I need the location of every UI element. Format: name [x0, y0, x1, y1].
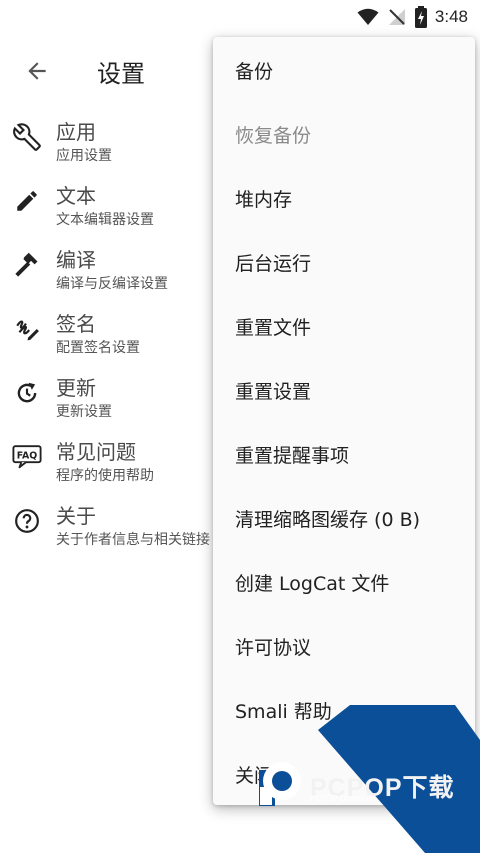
- page-title: 设置: [97, 60, 145, 88]
- setting-title: 应用: [56, 120, 96, 144]
- back-button[interactable]: [20, 54, 54, 88]
- menu-item-reset-reminders[interactable]: 重置提醒事项: [213, 422, 475, 486]
- faq-icon: FAQ: [12, 442, 42, 472]
- menu-item-heap-memory[interactable]: 堆内存: [213, 166, 475, 230]
- menu-item-close[interactable]: 关闭: [213, 742, 475, 805]
- setting-subtitle: 更新设置: [56, 404, 112, 420]
- menu-item-create-logcat[interactable]: 创建 LogCat 文件: [213, 550, 475, 614]
- svg-text:FAQ: FAQ: [17, 450, 38, 461]
- no-signal-icon: [387, 7, 407, 27]
- update-icon: [12, 378, 42, 408]
- setting-title: 更新: [56, 376, 96, 400]
- setting-title: 签名: [56, 312, 96, 336]
- menu-item-background-run[interactable]: 后台运行: [213, 230, 475, 294]
- setting-title: 常见问题: [56, 440, 136, 464]
- setting-title: 关于: [56, 504, 96, 528]
- setting-subtitle: 程序的使用帮助: [56, 468, 154, 484]
- signature-icon: [12, 314, 42, 344]
- menu-item-reset-files[interactable]: 重置文件: [213, 294, 475, 358]
- setting-subtitle: 应用设置: [56, 148, 112, 164]
- help-circle-icon: [12, 506, 42, 536]
- arrow-back-icon: [28, 62, 46, 80]
- setting-title: 编译: [56, 248, 96, 272]
- pencil-icon: [12, 186, 42, 216]
- menu-item-smali-help[interactable]: Smali 帮助: [213, 678, 475, 742]
- menu-item-backup[interactable]: 备份: [213, 38, 475, 102]
- overflow-menu: 备份 恢复备份 堆内存 后台运行 重置文件 重置设置 重置提醒事项 清理缩略图缓…: [213, 37, 475, 805]
- setting-subtitle: 关于作者信息与相关链接: [56, 532, 210, 548]
- menu-item-license[interactable]: 许可协议: [213, 614, 475, 678]
- setting-subtitle: 配置签名设置: [56, 340, 140, 356]
- menu-item-restore-backup[interactable]: 恢复备份: [213, 102, 475, 166]
- hammer-icon: [12, 250, 42, 280]
- wifi-icon: [357, 8, 379, 26]
- menu-item-reset-settings[interactable]: 重置设置: [213, 358, 475, 422]
- battery-charging-icon: [414, 6, 427, 28]
- setting-title: 文本: [56, 184, 96, 208]
- setting-subtitle: 编译与反编译设置: [56, 276, 168, 292]
- setting-subtitle: 文本编辑器设置: [56, 212, 154, 228]
- menu-item-clear-thumbnail-cache[interactable]: 清理缩略图缓存 (0 B): [213, 486, 475, 550]
- wrench-icon: [12, 122, 42, 152]
- clock: 3:48: [434, 7, 468, 26]
- status-bar: 3:48: [0, 0, 480, 34]
